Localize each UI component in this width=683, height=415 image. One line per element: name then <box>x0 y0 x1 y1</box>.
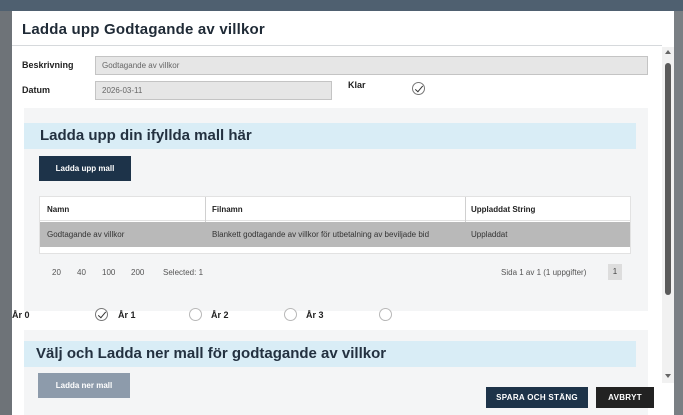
year-0-checkbox[interactable] <box>95 308 108 321</box>
download-section-heading: Välj och Ladda ner mall för godtagande a… <box>24 341 636 367</box>
page-button-current[interactable]: 1 <box>608 264 622 280</box>
beskrivning-label: Beskrivning <box>22 60 74 70</box>
upload-dialog: Ladda upp Godtagande av villkor Beskrivn… <box>12 11 674 415</box>
year-2-checkbox[interactable] <box>284 308 297 321</box>
vertical-scrollbar[interactable] <box>662 47 674 383</box>
selected-count: Selected: 1 <box>163 268 204 277</box>
table-row[interactable]: Godtagande av villkor Blankett godtagand… <box>40 222 630 247</box>
dialog-content: Beskrivning Godtagande av villkor Datum … <box>12 46 662 415</box>
table-header: Namn Filnamn Uppladdat String <box>40 197 630 221</box>
column-header-filnamn[interactable]: Filnamn <box>212 205 243 214</box>
page-size-20[interactable]: 20 <box>52 268 61 277</box>
year-0-label: År 0 <box>12 310 30 320</box>
upload-section-heading: Ladda upp din ifyllda mall här <box>24 123 636 149</box>
page-size-100[interactable]: 100 <box>102 268 115 277</box>
klar-checkbox[interactable] <box>412 82 425 95</box>
year-1-checkbox[interactable] <box>189 308 202 321</box>
dialog-title: Ladda upp Godtagande av villkor <box>22 21 265 38</box>
year-3-label: År 3 <box>306 310 324 320</box>
cell-uppladdat: Uppladdat <box>471 230 508 239</box>
column-header-uppladdat[interactable]: Uppladdat String <box>471 205 535 214</box>
datum-label: Datum <box>22 85 51 95</box>
upload-template-button[interactable]: Ladda upp mall <box>39 156 131 181</box>
datum-field[interactable]: 2026-03-11 <box>95 81 332 100</box>
backdrop-shade <box>674 11 683 415</box>
year-2-label: År 2 <box>211 310 229 320</box>
page-info: Sida 1 av 1 (1 uppgifter) <box>501 268 587 277</box>
scroll-down-icon[interactable] <box>665 374 671 378</box>
column-header-namn[interactable]: Namn <box>47 205 69 214</box>
year-3-checkbox[interactable] <box>379 308 392 321</box>
klar-label: Klar <box>348 80 366 90</box>
scroll-thumb[interactable] <box>665 63 671 295</box>
year-1-label: År 1 <box>118 310 136 320</box>
download-template-button[interactable]: Ladda ner mall <box>38 373 130 398</box>
cancel-button[interactable]: AVBRYT <box>596 387 654 408</box>
beskrivning-field[interactable]: Godtagande av villkor <box>95 56 648 75</box>
cell-filnamn: Blankett godtagande av villkor för utbet… <box>212 230 430 239</box>
page-size-40[interactable]: 40 <box>77 268 86 277</box>
window-top-bar <box>0 0 683 11</box>
uploaded-files-table: Namn Filnamn Uppladdat String Godtagande… <box>39 196 631 254</box>
scroll-up-icon[interactable] <box>665 50 671 54</box>
cell-namn: Godtagande av villkor <box>47 230 125 239</box>
save-and-close-button[interactable]: SPARA OCH STÄNG <box>486 387 588 408</box>
page-size-200[interactable]: 200 <box>131 268 144 277</box>
